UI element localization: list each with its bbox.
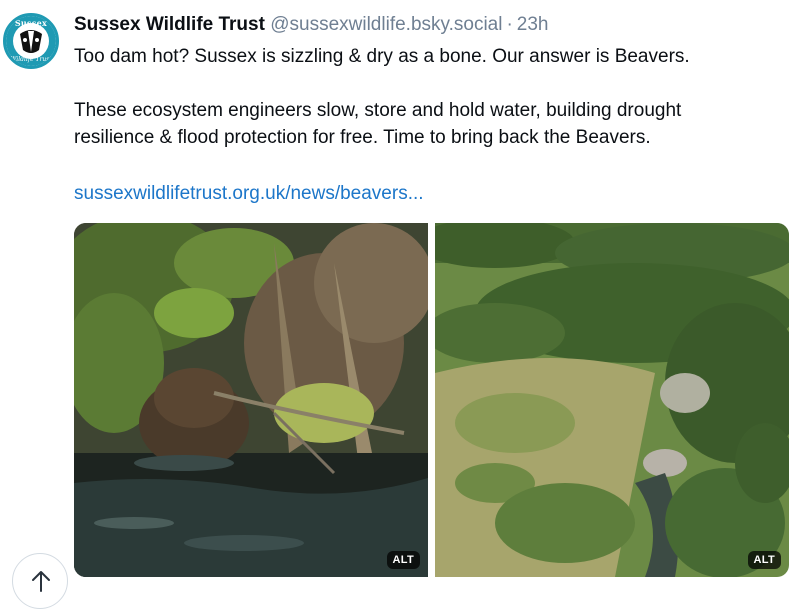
post-media-gallery: ALT ALT: [74, 223, 789, 577]
alt-text-badge[interactable]: ALT: [386, 551, 420, 569]
post-link[interactable]: sussexwildlifetrust.org.uk/news/beavers.…: [74, 180, 424, 207]
arrow-up-icon: [32, 571, 50, 592]
beaver-photo[interactable]: ALT: [74, 223, 428, 577]
avatar-logo-text-bottom: Wildlife Trust: [10, 56, 52, 63]
post-header: Sussex Wildlife Trust @sussexwildlife.bs…: [74, 12, 548, 38]
post-text-line: Too dam hot? Sussex is sizzling & dry as…: [74, 46, 690, 67]
scroll-to-top-button[interactable]: [12, 553, 68, 609]
aerial-wetland-photo[interactable]: ALT: [435, 223, 789, 577]
author-avatar[interactable]: Sussex Wildlife Trust: [3, 13, 59, 69]
author-name[interactable]: Sussex Wildlife Trust: [74, 14, 265, 35]
post-text-line: resilience & flood protection for free. …: [74, 127, 651, 148]
author-handle[interactable]: @sussexwildlife.bsky.social: [270, 14, 502, 35]
post-time[interactable]: 23h: [517, 14, 549, 35]
alt-text-badge[interactable]: ALT: [747, 551, 781, 569]
header-separator: ·: [506, 14, 513, 35]
avatar-logo-text-top: Sussex: [14, 18, 48, 28]
post-text-line: These ecosystem engineers slow, store an…: [74, 100, 682, 121]
beaver-photo-art: [74, 223, 428, 577]
post-body: Too dam hot? Sussex is sizzling & dry as…: [74, 43, 789, 151]
aerial-wetland-photo-art: [435, 223, 789, 577]
